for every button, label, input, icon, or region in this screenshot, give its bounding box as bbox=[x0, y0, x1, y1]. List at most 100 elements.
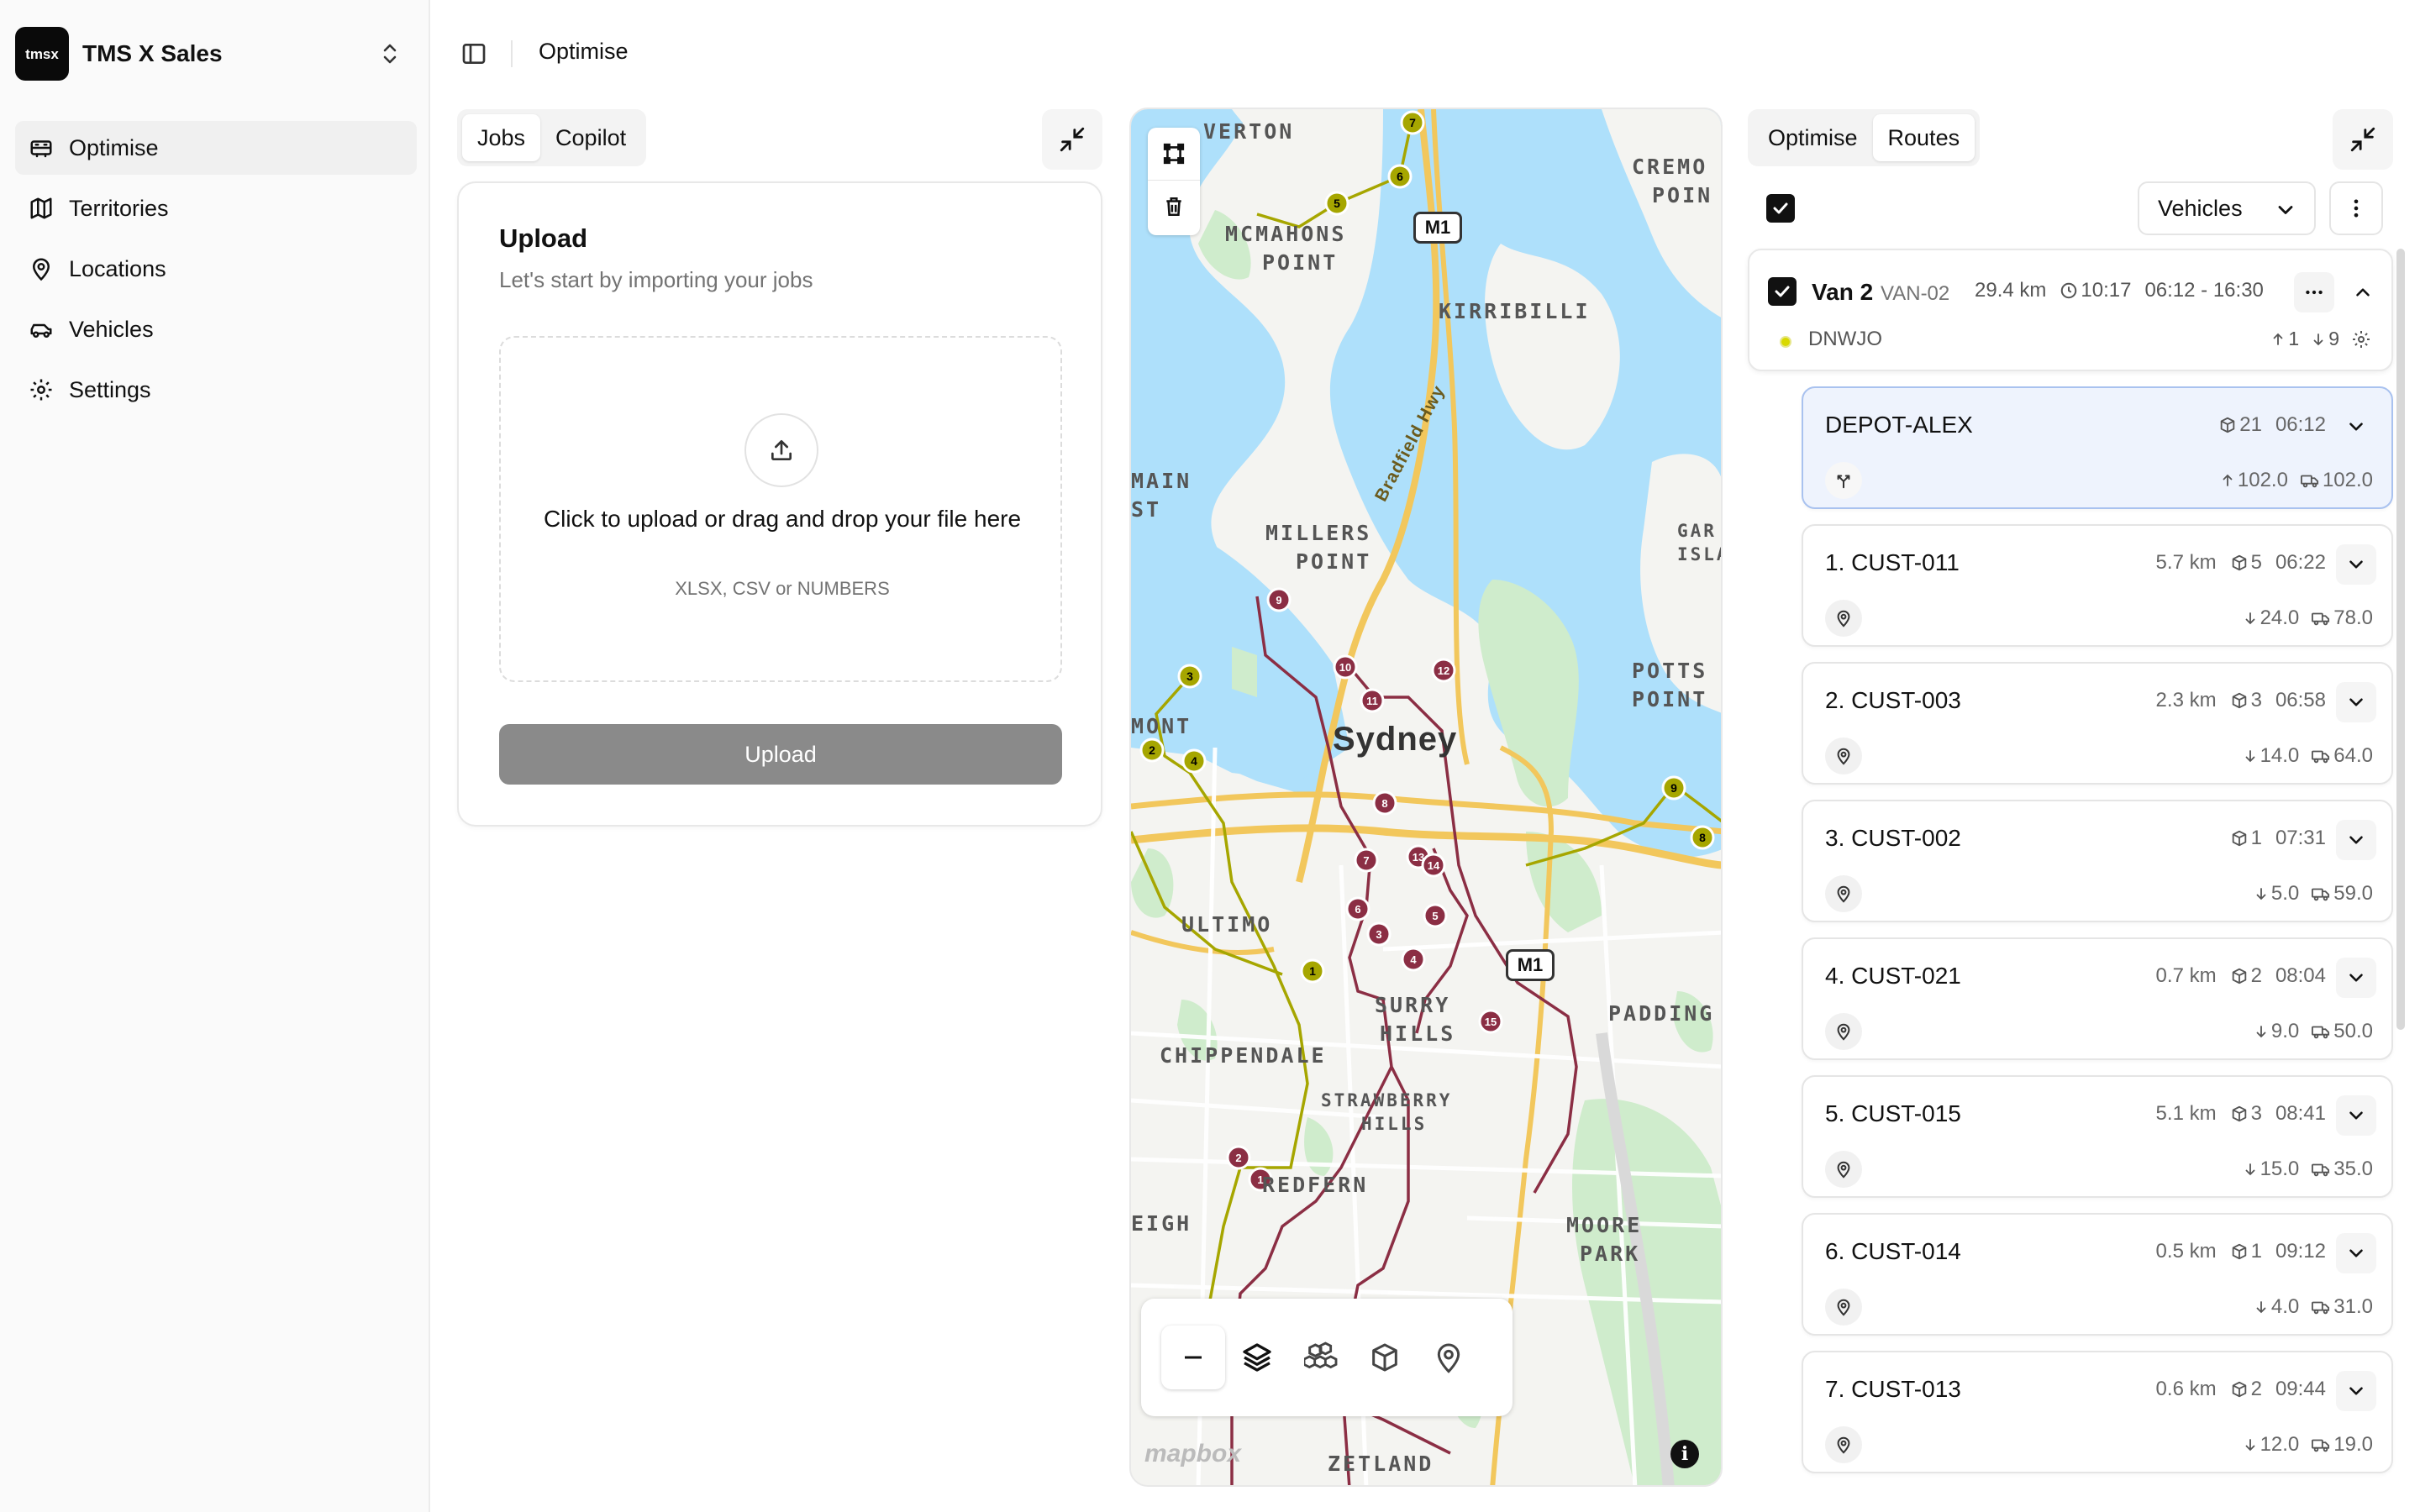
draw-polygon-button[interactable] bbox=[1148, 128, 1200, 180]
box-icon bbox=[2220, 417, 2235, 433]
routes-scrollbar[interactable] bbox=[2396, 249, 2405, 1030]
depot-icon bbox=[1825, 462, 1862, 499]
stop-card[interactable]: 3. CUST-002 1 07:31 5.0 59.0 bbox=[1802, 800, 2393, 922]
chevron-down-icon bbox=[2349, 1249, 2363, 1257]
workspace-switcher[interactable]: tmsx TMS X Sales bbox=[15, 24, 407, 84]
collapse-vehicle-button[interactable] bbox=[2343, 272, 2383, 312]
stop-loads: 9.0 50.0 bbox=[2254, 1013, 2373, 1050]
locations-button[interactable] bbox=[1417, 1326, 1481, 1389]
stop-meta: 1 07:31 bbox=[2230, 827, 2326, 850]
vehicle-distance: 29.4 km bbox=[1975, 279, 2047, 302]
sidebar-item-optimise[interactable]: Optimise bbox=[15, 121, 417, 175]
check-icon bbox=[1773, 202, 1788, 214]
load-onboard: 59.0 bbox=[2311, 882, 2373, 906]
ellipsis-icon bbox=[2306, 290, 2323, 295]
stop-card[interactable]: 2. CUST-003 2.3 km 3 06:58 14.0 64.0 bbox=[1802, 662, 2393, 785]
stop-items-value: 2 bbox=[2250, 1378, 2262, 1400]
box-icon bbox=[2232, 554, 2246, 571]
settings-icon[interactable] bbox=[2351, 329, 2371, 349]
map-label: POINT bbox=[1262, 250, 1339, 275]
vehicles-filter-dropdown[interactable]: Vehicles bbox=[2138, 181, 2316, 235]
breadcrumb: Optimise bbox=[539, 39, 629, 64]
tab-optimise[interactable]: Optimise bbox=[1753, 114, 1873, 161]
load-in-value: 102.0 bbox=[2237, 469, 2288, 491]
select-all-checkbox[interactable] bbox=[1766, 194, 1795, 223]
expand-stop-button[interactable] bbox=[2336, 958, 2376, 998]
upload-button[interactable]: Upload bbox=[499, 724, 1062, 785]
file-dropzone[interactable]: Click to upload or drag and drop your fi… bbox=[499, 336, 1062, 682]
svg-text:3: 3 bbox=[1186, 669, 1193, 683]
stop-name: 7. CUST-013 bbox=[1825, 1376, 1961, 1402]
sidebar-toggle-button[interactable] bbox=[457, 37, 491, 71]
map-label: SURRY bbox=[1375, 993, 1451, 1017]
stop-time: 06:12 bbox=[2275, 413, 2326, 436]
collapse-right-panel-button[interactable] bbox=[2333, 109, 2393, 170]
map-label: PADDING bbox=[1608, 1001, 1715, 1026]
tab-routes[interactable]: Routes bbox=[1872, 114, 1975, 161]
vehicle-duration-value: 10:17 bbox=[2081, 279, 2132, 302]
stop-time: 06:58 bbox=[2275, 689, 2326, 711]
arrow-down-icon bbox=[2245, 1163, 2254, 1176]
stop-distance: 0.6 km bbox=[2155, 1378, 2217, 1400]
location-pin-icon bbox=[1825, 600, 1862, 637]
delete-shape-button[interactable] bbox=[1148, 180, 1200, 232]
sidebar-item-settings[interactable]: Settings bbox=[15, 363, 417, 417]
packages-button[interactable] bbox=[1353, 1326, 1417, 1389]
load-onboard-value: 19.0 bbox=[2333, 1433, 2373, 1456]
stop-card[interactable]: 7. CUST-013 0.6 km 2 09:44 12.0 19.0 bbox=[1802, 1351, 2393, 1473]
more-options-button[interactable] bbox=[2329, 181, 2383, 235]
svg-text:14: 14 bbox=[1428, 859, 1440, 872]
expand-stop-button[interactable] bbox=[2336, 407, 2376, 447]
tab-copilot[interactable]: Copilot bbox=[540, 114, 641, 161]
right-panel-tabs: Optimise Routes bbox=[1748, 109, 1981, 166]
expand-stop-button[interactable] bbox=[2336, 820, 2376, 860]
box-icon bbox=[2232, 1381, 2246, 1398]
mapbox-logo: mapbox bbox=[1144, 1440, 1242, 1467]
stop-card[interactable]: 5. CUST-015 5.1 km 3 08:41 15.0 35.0 bbox=[1802, 1075, 2393, 1198]
stop-card[interactable]: 1. CUST-011 5.7 km 5 06:22 24.0 78.0 bbox=[1802, 524, 2393, 647]
expand-stop-button[interactable] bbox=[2336, 682, 2376, 722]
stop-card-depot[interactable]: DEPOT-ALEX 21 06:12 102.0 102.0 bbox=[1802, 386, 2393, 509]
expand-stop-button[interactable] bbox=[2336, 544, 2376, 585]
stop-time: 08:41 bbox=[2275, 1102, 2326, 1125]
map-label: MONT bbox=[1131, 714, 1192, 738]
map-attribution-info-button[interactable]: i bbox=[1670, 1440, 1699, 1468]
minus-button[interactable] bbox=[1161, 1326, 1225, 1389]
load-onboard-value: 50.0 bbox=[2333, 1020, 2373, 1042]
location-pin-icon bbox=[1825, 738, 1862, 774]
route-map[interactable]: 7 6 5 3 2 4 1 9 8 9 10 11 12 8 7 13 14 6… bbox=[1129, 108, 1723, 1487]
expand-stop-button[interactable] bbox=[2336, 1371, 2376, 1411]
sidebar-item-territories[interactable]: Territories bbox=[15, 181, 417, 235]
left-panel-tabs: Jobs Copilot bbox=[457, 109, 647, 166]
stop-items: 21 bbox=[2218, 413, 2262, 437]
vehicle-more-button[interactable] bbox=[2294, 272, 2334, 312]
clusters-button[interactable] bbox=[1289, 1326, 1353, 1389]
map-label: MILLERS bbox=[1265, 521, 1372, 545]
expand-stop-button[interactable] bbox=[2336, 1095, 2376, 1136]
map-label: MOORE bbox=[1566, 1213, 1643, 1237]
minimize-icon bbox=[2350, 127, 2375, 152]
sidebar-item-locations[interactable]: Locations bbox=[15, 242, 417, 296]
load-out-value: 4.0 bbox=[2270, 1295, 2300, 1318]
box-icon bbox=[2232, 1243, 2246, 1260]
vehicle-route-card[interactable]: Van 2 VAN-02 29.4 km 10:17 06:12 - 16:30… bbox=[1748, 249, 2393, 371]
sidebar-item-vehicles[interactable]: Vehicles bbox=[15, 302, 417, 356]
map-canvas: 7 6 5 3 2 4 1 9 8 9 10 11 12 8 7 13 14 6… bbox=[1131, 109, 1721, 1485]
load-out: 24.0 bbox=[2243, 606, 2299, 630]
tab-jobs[interactable]: Jobs bbox=[462, 114, 541, 161]
vehicle-checkbox[interactable] bbox=[1768, 277, 1797, 306]
chevron-down-icon bbox=[2349, 1111, 2363, 1120]
brand-logo-text: tmsx bbox=[25, 45, 59, 62]
stop-card[interactable]: 6. CUST-014 0.5 km 1 09:12 4.0 31.0 bbox=[1802, 1213, 2393, 1336]
pickups-count-value: 1 bbox=[2288, 328, 2300, 349]
stop-items-value: 5 bbox=[2250, 551, 2262, 574]
sidebar-item-label: Vehicles bbox=[69, 316, 154, 342]
collapse-left-panel-button[interactable] bbox=[1042, 109, 1102, 170]
box-icon bbox=[2232, 830, 2246, 847]
stop-name: 1. CUST-011 bbox=[1825, 549, 1960, 575]
expand-stop-button[interactable] bbox=[2336, 1233, 2376, 1273]
layers-button[interactable] bbox=[1225, 1326, 1289, 1389]
stop-card[interactable]: 4. CUST-021 0.7 km 2 08:04 9.0 50.0 bbox=[1802, 937, 2393, 1060]
load-out: 14.0 bbox=[2243, 744, 2299, 768]
load-onboard-value: 59.0 bbox=[2333, 882, 2373, 905]
